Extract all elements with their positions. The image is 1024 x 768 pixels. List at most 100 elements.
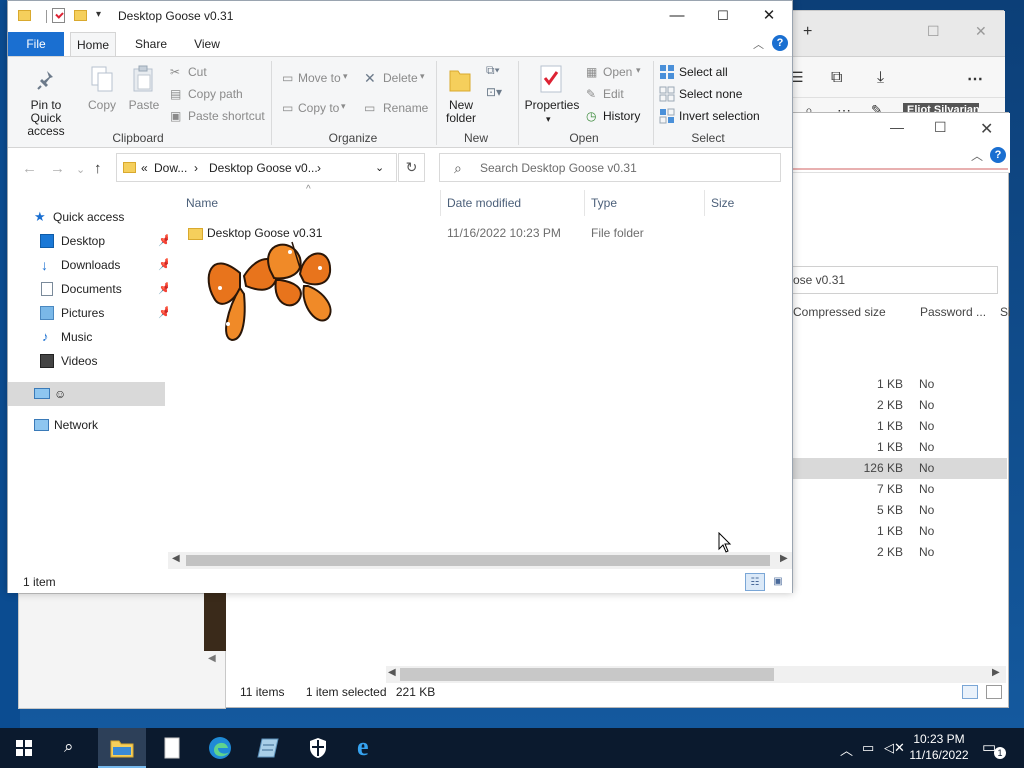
breadcrumb-overflow[interactable]: « bbox=[141, 161, 148, 175]
properties-button[interactable]: Properties bbox=[524, 99, 580, 112]
scrollbar-thumb[interactable] bbox=[400, 668, 774, 681]
refresh-button[interactable]: ↻ bbox=[398, 153, 425, 182]
close-button[interactable]: ✕ bbox=[746, 1, 792, 31]
table-row[interactable]: 2 KB No bbox=[793, 542, 1007, 563]
recent-locations-icon[interactable]: ⌄ bbox=[76, 163, 85, 176]
downloads-icon[interactable]: ⤓ bbox=[877, 69, 884, 87]
nav-documents[interactable]: Documents 📌 bbox=[40, 279, 172, 299]
chevron-up-icon[interactable]: ︿ bbox=[840, 740, 853, 759]
move-to-button[interactable]: Move to bbox=[298, 71, 341, 85]
copy-to-button[interactable]: Copy to bbox=[298, 101, 339, 115]
minimize-icon[interactable]: — bbox=[890, 119, 904, 135]
rename-button[interactable]: Rename bbox=[383, 101, 428, 115]
new-folder-icon[interactable] bbox=[74, 10, 87, 21]
select-none-button[interactable]: Select none bbox=[679, 87, 742, 101]
scroll-right-icon[interactable]: ▶ bbox=[992, 667, 1000, 678]
new-item-icon[interactable]: ⧉▾ bbox=[486, 63, 500, 78]
start-button[interactable] bbox=[0, 728, 48, 768]
edit-button[interactable]: Edit bbox=[603, 87, 624, 101]
scroll-left-icon[interactable]: ◀ bbox=[388, 667, 396, 678]
copy-path-button[interactable]: Copy path bbox=[188, 87, 243, 101]
taskbar-edge[interactable] bbox=[196, 728, 244, 768]
close-icon[interactable]: ✕ bbox=[980, 119, 993, 139]
table-row[interactable]: 7 KB No bbox=[793, 479, 1007, 500]
invert-selection-button[interactable]: Invert selection bbox=[679, 109, 760, 123]
large-icons-view-icon[interactable] bbox=[986, 685, 1002, 699]
large-icons-view-icon[interactable]: ▣ bbox=[768, 573, 788, 591]
cut-button[interactable]: Cut bbox=[188, 65, 207, 79]
column-date-modified[interactable]: Date modified bbox=[447, 196, 521, 210]
column-type[interactable]: Type bbox=[591, 196, 617, 210]
chevron-down-icon[interactable]: ▾ bbox=[96, 9, 101, 20]
search-button[interactable]: ⌕ bbox=[48, 728, 96, 768]
open-button[interactable]: Open bbox=[603, 65, 632, 79]
tab-share[interactable]: Share bbox=[128, 32, 174, 56]
column-password[interactable]: Password ... bbox=[920, 305, 986, 319]
scroll-left-icon[interactable]: ◀ bbox=[208, 653, 216, 664]
column-size[interactable]: Size bbox=[711, 196, 734, 210]
tab-home[interactable]: Home bbox=[70, 32, 116, 56]
select-all-button[interactable]: Select all bbox=[679, 65, 728, 79]
forward-arrow-icon[interactable]: → bbox=[50, 160, 65, 177]
copy-button[interactable]: Copy bbox=[86, 99, 118, 112]
address-bar[interactable]: « Dow... › Desktop Goose v0... › ⌄ bbox=[116, 153, 397, 182]
table-row[interactable]: 5 KB No bbox=[793, 500, 1007, 521]
column-divider[interactable] bbox=[440, 190, 441, 216]
column-name[interactable]: Name bbox=[186, 196, 218, 210]
nav-desktop[interactable]: Desktop 📌 bbox=[40, 231, 172, 251]
add-to-collection-icon[interactable]: ⧉ bbox=[831, 69, 842, 87]
paste-shortcut-button[interactable]: Paste shortcut bbox=[188, 109, 265, 123]
help-icon[interactable]: ? bbox=[990, 147, 1006, 163]
minimize-button[interactable]: — bbox=[654, 1, 700, 31]
maximize-icon[interactable]: ☐ bbox=[927, 23, 940, 40]
maximize-button[interactable]: ☐ bbox=[700, 1, 746, 31]
horizontal-scrollbar[interactable]: ◀ ▶ bbox=[168, 552, 792, 569]
chevron-up-icon[interactable]: ︿ bbox=[971, 147, 983, 164]
details-view-icon[interactable] bbox=[962, 685, 978, 699]
taskbar-archive-app[interactable] bbox=[244, 728, 292, 768]
scrollbar-thumb[interactable] bbox=[186, 555, 770, 566]
paste-button[interactable]: Paste bbox=[126, 99, 162, 112]
new-folder-button[interactable]: New folder bbox=[442, 99, 480, 125]
chevron-down-icon[interactable]: ⌄ bbox=[375, 161, 384, 174]
clock[interactable]: 10:23 PM 11/16/2022 bbox=[906, 731, 972, 763]
more-icon[interactable]: ⋯ bbox=[967, 69, 983, 89]
table-row[interactable]: 1 KB No bbox=[793, 416, 1007, 437]
delete-button[interactable]: Delete bbox=[383, 71, 418, 85]
details-view-icon[interactable]: ☷ bbox=[745, 573, 765, 591]
search-input[interactable]: ⌕ Search Desktop Goose v0.31 bbox=[439, 153, 781, 182]
tab-file[interactable]: File bbox=[8, 32, 64, 56]
properties-icon[interactable] bbox=[52, 8, 65, 23]
close-icon[interactable]: ✕ bbox=[975, 23, 987, 40]
nav-this-pc-selected[interactable] bbox=[8, 382, 165, 406]
volume-muted-icon[interactable]: ◁✕ bbox=[884, 740, 905, 756]
breadcrumb-separator[interactable]: › bbox=[194, 161, 198, 175]
column-compressed-size[interactable]: Compressed size bbox=[793, 305, 886, 319]
breadcrumb-separator[interactable]: › bbox=[317, 161, 321, 175]
horizontal-scrollbar[interactable]: ◀ ▶ bbox=[386, 666, 1006, 683]
back-arrow-icon[interactable]: ← bbox=[22, 160, 37, 177]
table-row[interactable]: 2 KB No bbox=[793, 395, 1007, 416]
table-row-selected[interactable]: 126 KB No bbox=[793, 458, 1007, 479]
table-row[interactable]: 1 KB No bbox=[793, 437, 1007, 458]
taskbar-notepad[interactable] bbox=[148, 728, 196, 768]
taskbar-security[interactable] bbox=[294, 728, 342, 768]
column-divider[interactable] bbox=[704, 190, 705, 216]
nav-pictures[interactable]: Pictures 📌 bbox=[40, 303, 172, 323]
tab-view[interactable]: View bbox=[184, 32, 230, 56]
new-tab-icon[interactable]: + bbox=[803, 23, 812, 41]
chevron-down-icon[interactable]: ▾ bbox=[546, 113, 551, 126]
notification-center-button[interactable]: ▭ 1 bbox=[982, 738, 1006, 759]
column-extra[interactable]: Si bbox=[1000, 305, 1011, 319]
table-row[interactable]: 1 KB No bbox=[793, 521, 1007, 542]
archive-search-input[interactable]: ose v0.31 bbox=[786, 266, 998, 294]
browser-window[interactable]: + ☐ ✕ ☰ ⧉ ⤓ ⋯ ⌕ ⋯ ✎ Eliot Silvarian bbox=[790, 10, 1005, 137]
help-icon[interactable]: ? bbox=[772, 35, 788, 51]
table-row[interactable]: 1 KB No bbox=[793, 374, 1007, 395]
breadcrumb-current-folder[interactable]: Desktop Goose v0... bbox=[209, 161, 318, 175]
maximize-icon[interactable]: ☐ bbox=[934, 119, 947, 136]
easy-access-icon[interactable]: ⊡▾ bbox=[486, 85, 502, 99]
scroll-right-icon[interactable]: ▶ bbox=[780, 553, 788, 564]
scroll-left-icon[interactable]: ◀ bbox=[172, 553, 180, 564]
column-divider[interactable] bbox=[584, 190, 585, 216]
